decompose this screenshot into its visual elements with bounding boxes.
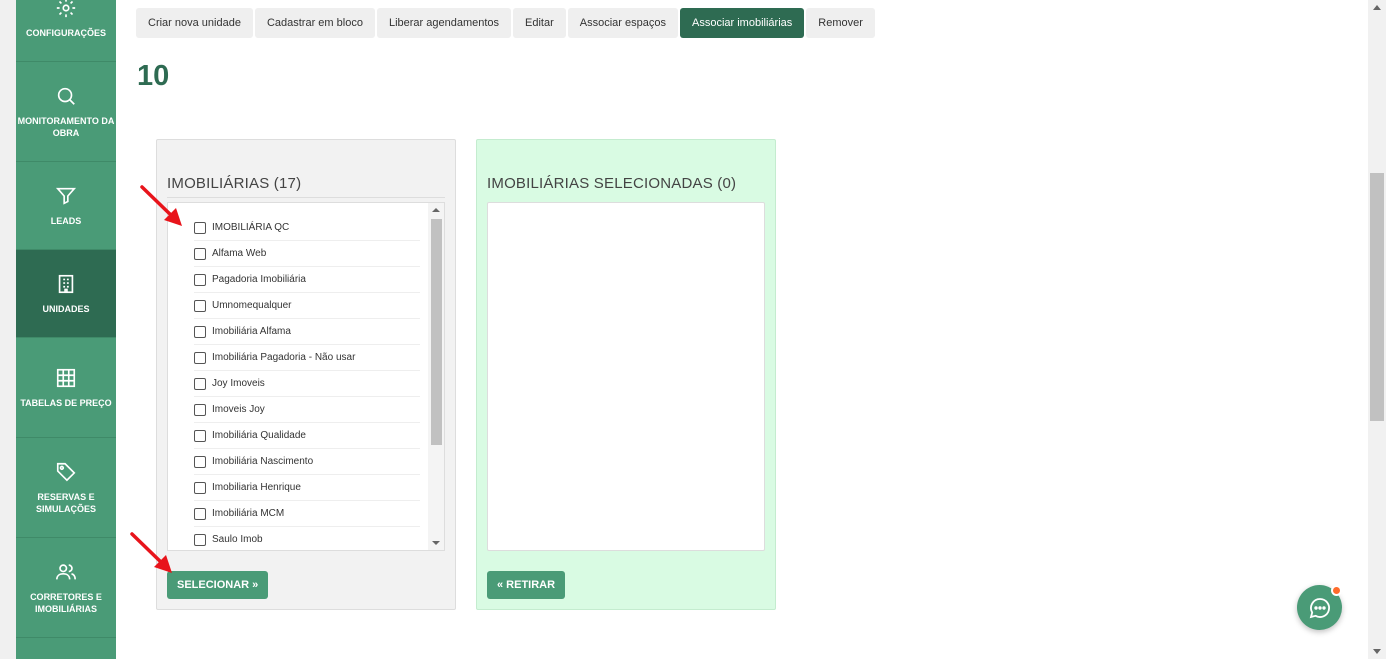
- list-item-label: Imoveis Joy: [212, 404, 265, 415]
- list-item-label: Saulo Imob: [212, 534, 263, 545]
- funnel-icon: [55, 187, 77, 205]
- annotation-arrow-icon: [140, 185, 182, 226]
- list-item[interactable]: Joy Imoveis: [194, 371, 420, 397]
- real-estate-list[interactable]: IMOBILIÁRIA QC Alfama Web Pagadoria Imob…: [167, 202, 445, 551]
- tag-icon: [56, 462, 76, 481]
- bulk-register-button[interactable]: Cadastrar em bloco: [254, 8, 375, 38]
- list-item-label: Imobiliária Alfama: [212, 326, 291, 337]
- list-item[interactable]: Umnomequalquer: [194, 293, 420, 319]
- selected-list[interactable]: [487, 202, 765, 551]
- building-icon: [58, 274, 74, 293]
- list-item-label: Imobiliária Nascimento: [212, 456, 314, 467]
- list-item[interactable]: Imobiliária Nascimento: [194, 449, 420, 475]
- list-item[interactable]: Pagadoria Imobiliária: [194, 267, 420, 293]
- main-content: Criar nova unidade Cadastrar em bloco Li…: [116, 0, 1368, 659]
- checkbox[interactable]: [194, 403, 206, 416]
- selected-panel-title: IMOBILIÁRIAS SELECIONADAS (0): [487, 175, 737, 192]
- page-title: 10: [137, 60, 170, 92]
- list-item[interactable]: Imobiliaria Henrique: [194, 475, 420, 501]
- list-item[interactable]: Imobiliária Qualidade: [194, 423, 420, 449]
- release-schedules-button[interactable]: Liberar agendamentos: [376, 8, 512, 38]
- checkbox[interactable]: [194, 273, 206, 286]
- sidebar-item-configuracoes[interactable]: CONFIGURAÇÕES: [16, 0, 116, 62]
- list-item-label: Umnomequalquer: [212, 300, 292, 311]
- scroll-down-icon[interactable]: [432, 541, 440, 545]
- associate-spaces-button[interactable]: Associar espaços: [567, 8, 678, 38]
- sidebar-item-reservas[interactable]: RESERVAS E SIMULAÇÕES: [16, 438, 116, 538]
- list-scrollbar[interactable]: [428, 203, 444, 550]
- list-item[interactable]: Imoveis Joy: [194, 397, 420, 423]
- select-button[interactable]: SELECIONAR »: [167, 571, 269, 599]
- scroll-up-icon[interactable]: [1373, 5, 1381, 10]
- sidebar-item-label: CONFIGURAÇÕES: [25, 28, 106, 38]
- sidebar-item-corretores[interactable]: CORRETORES E IMOBILIÁRIAS: [16, 538, 116, 638]
- list-item-label: Joy Imoveis: [212, 378, 265, 389]
- sidebar: CONFIGURAÇÕES MONITORAMENTO DA OBRA LEAD…: [16, 0, 116, 659]
- gear-icon: [56, 0, 76, 18]
- annotation-arrow-icon: [130, 532, 172, 573]
- sidebar-item-label: UNIDADES: [42, 303, 90, 314]
- sidebar-item-label: LEADS: [50, 215, 82, 226]
- scroll-up-icon[interactable]: [432, 208, 440, 212]
- list-item-label: Pagadoria Imobiliária: [212, 274, 306, 285]
- search-icon: [57, 87, 75, 105]
- scroll-thumb[interactable]: [1370, 173, 1384, 421]
- grid-icon: [56, 368, 76, 387]
- checkbox[interactable]: [194, 325, 206, 338]
- sidebar-item-monitoramento[interactable]: MONITORAMENTO DA OBRA: [16, 62, 116, 162]
- remove-button[interactable]: Remover: [806, 8, 875, 38]
- checkbox[interactable]: [194, 299, 206, 312]
- list-item[interactable]: IMOBILIÁRIA QC: [194, 215, 420, 241]
- list-item-label: IMOBILIÁRIA QC: [212, 222, 290, 233]
- selected-real-estate-panel: IMOBILIÁRIAS SELECIONADAS (0) « RETIRAR: [476, 139, 776, 610]
- chat-bubble-icon: [1309, 597, 1330, 618]
- list-item-label: Alfama Web: [212, 248, 267, 259]
- scroll-thumb[interactable]: [431, 219, 442, 445]
- action-toolbar: Criar nova unidade Cadastrar em bloco Li…: [136, 8, 875, 38]
- available-real-estate-panel: IMOBILIÁRIAS (17) IMOBILIÁRIA QC Alfama …: [156, 139, 456, 610]
- page-scrollbar[interactable]: [1368, 0, 1386, 659]
- notification-dot: [1331, 585, 1342, 596]
- checkbox[interactable]: [194, 533, 206, 546]
- sidebar-item-label: MONITORAMENTO DA OBRA: [17, 115, 115, 138]
- list-item-label: Imobiliaria Henrique: [212, 482, 301, 493]
- sidebar-item-leads[interactable]: LEADS: [16, 162, 116, 250]
- sidebar-item-label: RESERVAS E SIMULAÇÕES: [35, 491, 96, 514]
- sidebar-item-label: CORRETORES E IMOBILIÁRIAS: [30, 591, 102, 614]
- list-item-label: Imobiliária Qualidade: [212, 430, 306, 441]
- checkbox[interactable]: [194, 351, 206, 364]
- sidebar-item-unidades[interactable]: UNIDADES: [16, 250, 116, 338]
- list-item-label: Imobiliária Pagadoria - Não usar: [212, 352, 356, 363]
- remove-selection-button[interactable]: « RETIRAR: [487, 571, 566, 599]
- list-item[interactable]: Alfama Web: [194, 241, 420, 267]
- list-item[interactable]: Imobiliária Pagadoria - Não usar: [194, 345, 420, 371]
- sidebar-item-label: TABELAS DE PREÇO: [20, 397, 112, 408]
- divider: [167, 197, 445, 198]
- checkbox[interactable]: [194, 377, 206, 390]
- scroll-down-icon[interactable]: [1373, 649, 1381, 654]
- sidebar-item-tabelas-de-preco[interactable]: TABELAS DE PREÇO: [16, 338, 116, 438]
- create-unit-button[interactable]: Criar nova unidade: [136, 8, 253, 38]
- checkbox[interactable]: [194, 507, 206, 520]
- available-panel-title: IMOBILIÁRIAS (17): [167, 175, 302, 192]
- checkbox[interactable]: [194, 455, 206, 468]
- users-icon: [56, 563, 76, 579]
- checkbox[interactable]: [194, 221, 206, 234]
- associate-real-estate-button[interactable]: Associar imobiliárias: [680, 8, 805, 38]
- edit-button[interactable]: Editar: [513, 8, 566, 38]
- list-item[interactable]: Saulo Imob: [194, 527, 420, 550]
- checkbox[interactable]: [194, 247, 206, 260]
- list-item-label: Imobiliária MCM: [212, 508, 285, 519]
- list-item[interactable]: Imobiliária Alfama: [194, 319, 420, 345]
- checkbox[interactable]: [194, 429, 206, 442]
- checkbox[interactable]: [194, 481, 206, 494]
- list-item[interactable]: Imobiliária MCM: [194, 501, 420, 527]
